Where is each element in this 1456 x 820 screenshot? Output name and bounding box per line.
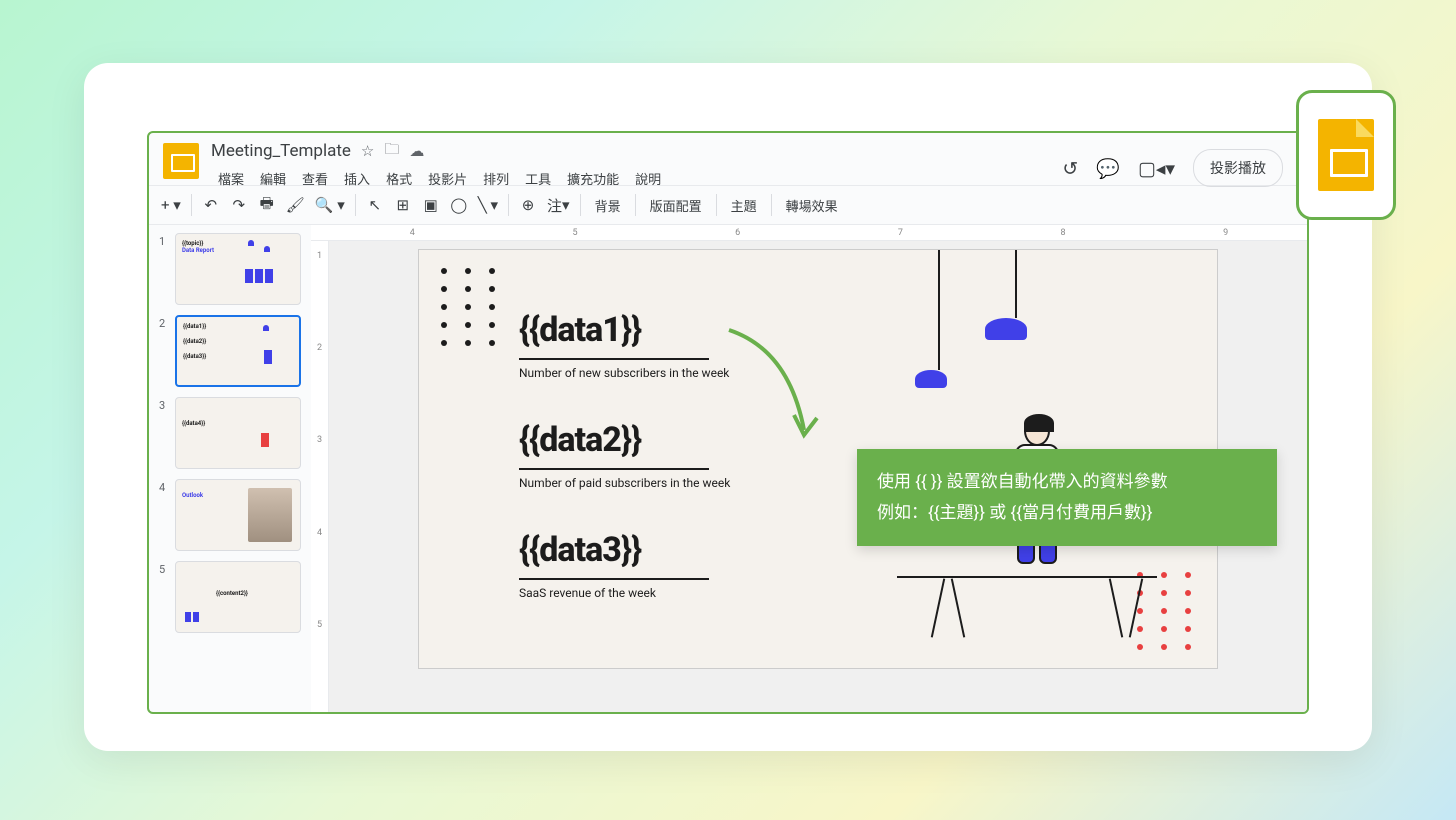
new-slide-button[interactable]: + ▾: [157, 191, 185, 219]
callout-line-1: 使用 {{ }} 設置欲自動化帶入的資料參數: [877, 467, 1257, 498]
people-illustration: [184, 607, 200, 626]
callout-line-2: 例如：{{主題}} 或 {{當月付費用戶數}}: [877, 498, 1257, 529]
menu-tools[interactable]: 工具: [518, 165, 558, 192]
note-tool[interactable]: 注 ▾: [543, 191, 574, 219]
thumb-2[interactable]: {{data1}} {{data2}} {{data3}}: [175, 315, 301, 387]
comments-icon[interactable]: 💬: [1096, 157, 1120, 180]
menu-insert[interactable]: 插入: [337, 165, 377, 192]
lamp-icon: [264, 246, 270, 252]
ruler-horizontal: 456 789: [311, 225, 1307, 241]
title-area: Meeting_Template ☆ 🗀 ☁ 檔案 編輯 查看 插入 格式 投影…: [211, 139, 1050, 192]
redo-button[interactable]: ↷: [226, 191, 252, 219]
menu-help[interactable]: 說明: [628, 165, 668, 192]
video-icon[interactable]: ▢◂▾: [1138, 157, 1175, 180]
textbox-tool[interactable]: ⊞: [390, 191, 416, 219]
doc-title[interactable]: Meeting_Template: [211, 141, 351, 161]
caption-1: Number of new subscribers in the week: [519, 366, 729, 380]
thumbnail-panel: 1 {{topic}} Data Report 2 {{data1}} {{da…: [149, 225, 311, 712]
thumb-number: 3: [159, 397, 169, 469]
slides-badge: [1296, 90, 1396, 220]
placeholder-data3: {{data3}}: [519, 530, 709, 570]
lamp-icon: [263, 325, 269, 331]
annotation-callout: 使用 {{ }} 設置欲自動化帶入的資料參數 例如：{{主題}} 或 {{當月付…: [857, 449, 1277, 546]
caption-3: SaaS revenue of the week: [519, 586, 709, 600]
cloud-status-icon[interactable]: ☁: [409, 142, 424, 160]
divider: [519, 468, 709, 470]
zoom-button[interactable]: 🔍 ▾: [311, 191, 349, 219]
separator: [716, 194, 717, 216]
lamp-icon: [248, 240, 254, 246]
menu-slide[interactable]: 投影片: [421, 165, 474, 192]
caption-2: Number of paid subscribers in the week: [519, 476, 730, 490]
slides-window: Meeting_Template ☆ 🗀 ☁ 檔案 編輯 查看 插入 格式 投影…: [147, 131, 1309, 714]
menu-format[interactable]: 格式: [379, 165, 419, 192]
data-block-1[interactable]: {{data1}} Number of new subscribers in t…: [519, 310, 729, 380]
separator: [580, 194, 581, 216]
people-illustration: [244, 268, 294, 298]
transition-button[interactable]: 轉場效果: [778, 196, 846, 215]
shape-tool[interactable]: ◯: [446, 191, 472, 219]
header-actions: ↺ 💬 ▢◂▾ 投影播放: [1062, 149, 1293, 187]
paint-format-button[interactable]: 🖌: [282, 191, 309, 219]
print-button[interactable]: 🖶: [254, 191, 280, 219]
thumb-number: 1: [159, 233, 169, 305]
placeholder-data1: {{data1}}: [519, 310, 729, 350]
select-tool[interactable]: ↖: [362, 191, 388, 219]
divider: [519, 358, 709, 360]
line-tool[interactable]: ╲ ▾: [474, 191, 502, 219]
background-button[interactable]: 背景: [587, 196, 629, 215]
menu-file[interactable]: 檔案: [211, 165, 251, 192]
thumb-4[interactable]: Outlook: [175, 479, 301, 551]
header: Meeting_Template ☆ 🗀 ☁ 檔案 編輯 查看 插入 格式 投影…: [149, 133, 1307, 185]
menu-edit[interactable]: 編輯: [253, 165, 293, 192]
image-tool[interactable]: ▣: [418, 191, 444, 219]
people-illustration: [260, 432, 280, 462]
undo-button[interactable]: ↶: [198, 191, 224, 219]
separator: [191, 194, 192, 216]
star-icon[interactable]: ☆: [361, 142, 374, 160]
data-block-2[interactable]: {{data2}} Number of paid subscribers in …: [519, 420, 730, 490]
dots-decoration: [441, 268, 499, 346]
slides-logo-icon: [163, 143, 199, 179]
people-illustration: [263, 349, 293, 379]
ruler-vertical: 123 45: [311, 241, 329, 712]
lamp-illustration: [930, 250, 947, 388]
annotation-arrow-icon: [719, 320, 839, 470]
separator: [635, 194, 636, 216]
thumb-3[interactable]: {{data4}}: [175, 397, 301, 469]
photo-icon: [248, 488, 292, 542]
present-button[interactable]: 投影播放: [1193, 149, 1283, 187]
layout-button[interactable]: 版面配置: [642, 196, 710, 215]
separator: [771, 194, 772, 216]
menu-arrange[interactable]: 排列: [476, 165, 516, 192]
thumb-1[interactable]: {{topic}} Data Report: [175, 233, 301, 305]
separator: [508, 194, 509, 216]
theme-button[interactable]: 主題: [723, 196, 765, 215]
comment-tool[interactable]: ⊕: [515, 191, 541, 219]
menubar: 檔案 編輯 查看 插入 格式 投影片 排列 工具 擴充功能 說明: [211, 165, 1050, 192]
thumb-number: 5: [159, 561, 169, 633]
lamp-illustration: [1005, 250, 1027, 340]
slides-file-icon: [1318, 119, 1374, 191]
divider: [519, 578, 709, 580]
menu-extensions[interactable]: 擴充功能: [560, 165, 626, 192]
data-block-3[interactable]: {{data3}} SaaS revenue of the week: [519, 530, 709, 600]
thumb-5[interactable]: {{content2}}: [175, 561, 301, 633]
thumb-number: 4: [159, 479, 169, 551]
move-folder-icon[interactable]: 🗀: [384, 139, 399, 164]
separator: [355, 194, 356, 216]
history-icon[interactable]: ↺: [1062, 157, 1078, 180]
placeholder-data2: {{data2}}: [519, 420, 730, 460]
menu-view[interactable]: 查看: [295, 165, 335, 192]
thumb-number: 2: [159, 315, 169, 387]
